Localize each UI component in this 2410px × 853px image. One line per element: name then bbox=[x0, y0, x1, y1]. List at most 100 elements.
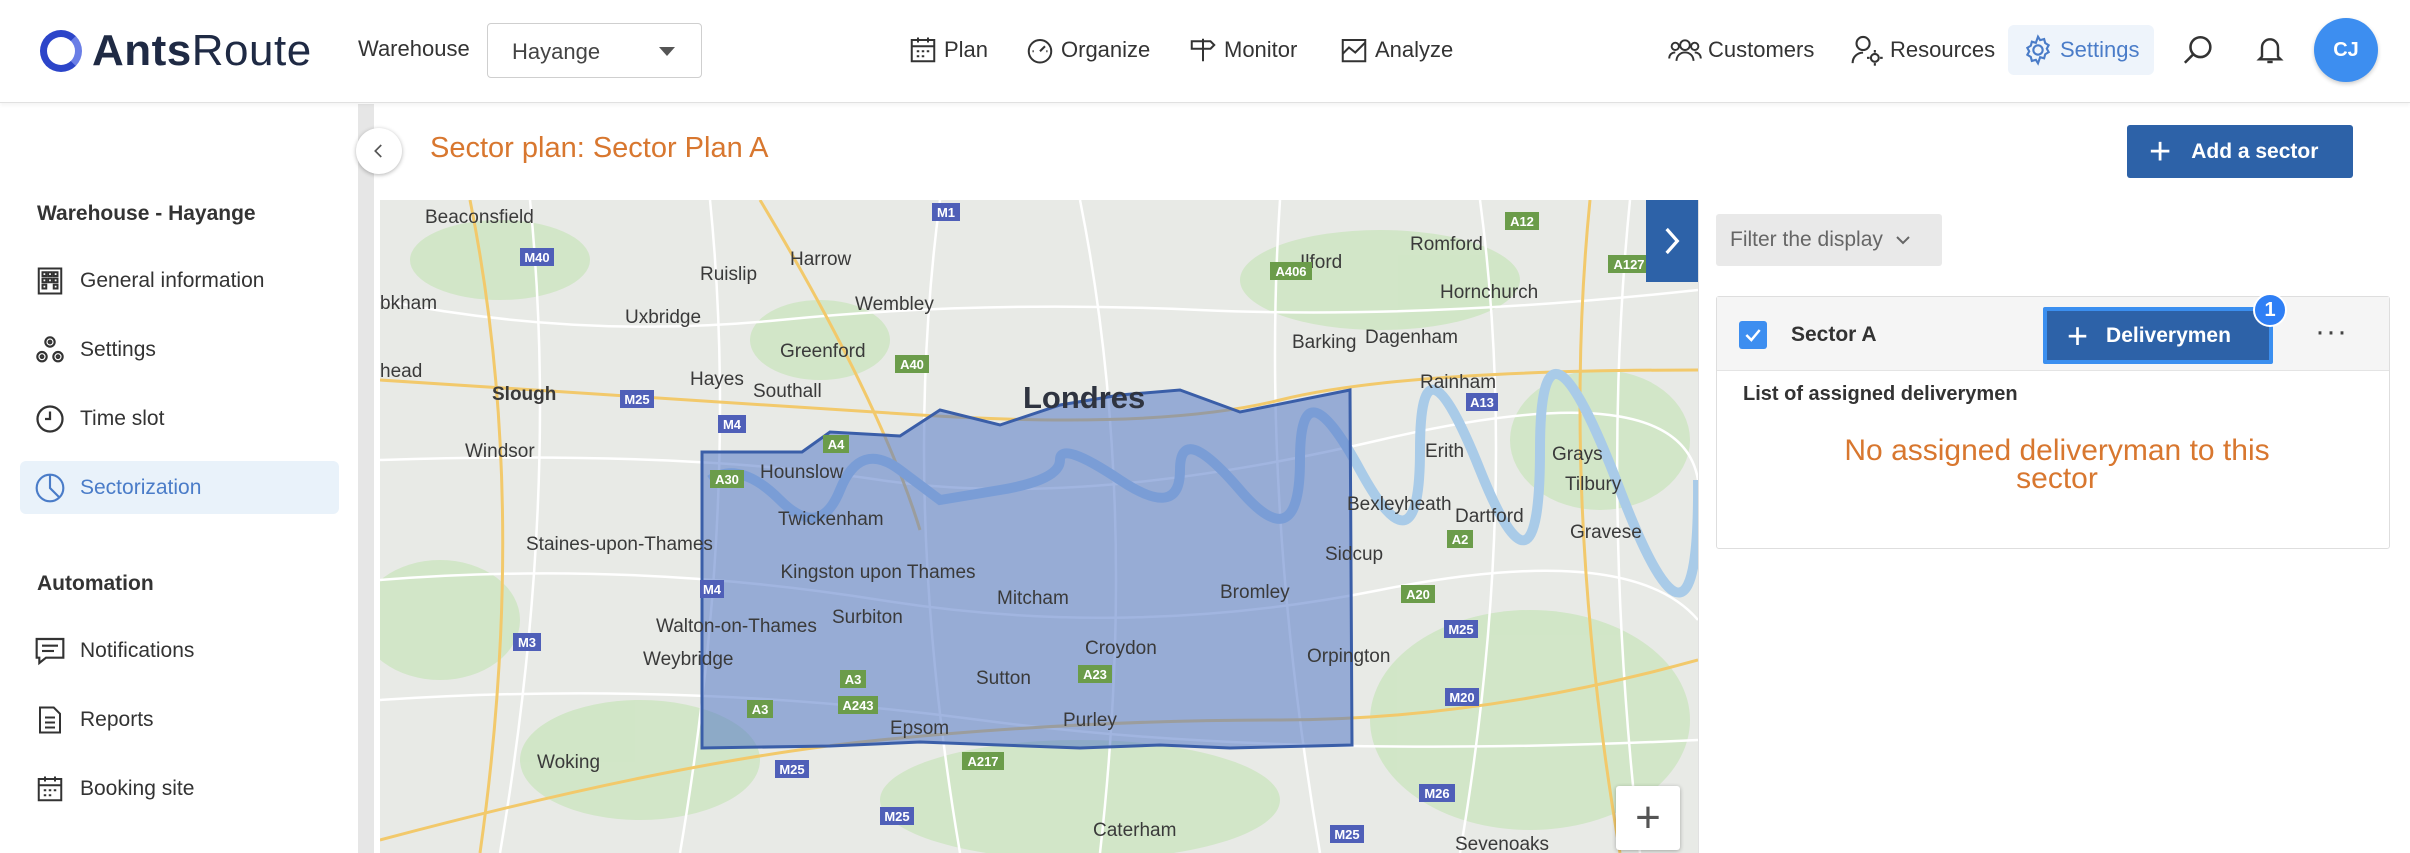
map-label: Bromley bbox=[1220, 582, 1290, 603]
deliverymen-label: Deliverymen bbox=[2106, 323, 2231, 347]
map-label: Walton-on-Thames bbox=[656, 616, 817, 637]
map-label: Romford bbox=[1410, 234, 1483, 255]
message-icon bbox=[32, 633, 68, 669]
nav-resources[interactable]: Resources bbox=[1850, 30, 1995, 70]
road-shield: A2 bbox=[1452, 532, 1469, 547]
more-options-icon[interactable]: ··· bbox=[2315, 315, 2348, 349]
add-deliverymen-button[interactable]: + Deliverymen bbox=[2043, 307, 2273, 364]
road-shield: M1 bbox=[937, 205, 955, 220]
sidebar-item-label: Booking site bbox=[80, 776, 195, 800]
road-shield: A243 bbox=[842, 698, 873, 713]
nav-plan[interactable]: Plan bbox=[908, 30, 988, 70]
map-label: Barking bbox=[1292, 332, 1356, 353]
assigned-deliverymen-heading: List of assigned deliverymen bbox=[1743, 383, 2018, 405]
map-label: Mitcham bbox=[997, 588, 1069, 609]
map-label: Weybridge bbox=[643, 649, 733, 670]
map-label: bkham bbox=[380, 293, 437, 314]
toggle-panel-button[interactable] bbox=[1646, 200, 1698, 282]
map-view[interactable]: Beaconsfield Harrow Ruislip Wembley Ilfo… bbox=[380, 200, 1698, 853]
map-label: Southall bbox=[753, 381, 822, 402]
sector-name: Sector A bbox=[1791, 323, 1877, 346]
sidebar-item-label: General information bbox=[80, 268, 265, 292]
gear-icon bbox=[2025, 34, 2051, 66]
logo-text-light: Route bbox=[191, 26, 312, 75]
road-shield: A3 bbox=[845, 672, 862, 687]
road-shield: M4 bbox=[723, 417, 742, 432]
caret-down-icon bbox=[659, 47, 675, 56]
sidebar-item-time-slot[interactable]: Time slot bbox=[20, 392, 339, 445]
road-shield: M25 bbox=[779, 762, 804, 777]
nav-plan-label: Plan bbox=[944, 37, 989, 62]
sidebar-item-reports[interactable]: Reports bbox=[20, 693, 339, 746]
map-label: Woking bbox=[537, 752, 600, 773]
sidebar-item-sectorization[interactable]: Sectorization bbox=[20, 461, 339, 514]
sidebar-item-label: Reports bbox=[80, 707, 154, 731]
road-shield: M3 bbox=[518, 635, 536, 650]
map-label: Epsom bbox=[890, 718, 949, 739]
avatar[interactable]: CJ bbox=[2314, 18, 2378, 82]
nav-analyze[interactable]: Analyze bbox=[1339, 30, 1453, 70]
calendar-grid-icon bbox=[32, 771, 68, 807]
add-sector-label: Add a sector bbox=[2191, 139, 2319, 163]
sidebar-item-label: Time slot bbox=[80, 406, 165, 430]
filter-display-button[interactable]: Filter the display bbox=[1716, 214, 1942, 266]
sidebar-section-automation: Automation bbox=[37, 572, 154, 595]
empty-state-message: No assigned deliveryman to this sector bbox=[1844, 434, 2270, 495]
map-label: Windsor bbox=[465, 441, 535, 462]
map-label: Slough bbox=[492, 384, 556, 405]
nav-settings[interactable]: Settings bbox=[2008, 25, 2154, 75]
map-label: Staines-upon-Thames bbox=[526, 534, 713, 555]
road-shield: M25 bbox=[884, 809, 909, 824]
signpost-icon bbox=[1190, 38, 1216, 62]
road-shield: M4 bbox=[703, 582, 722, 597]
map-label: Gravese bbox=[1570, 522, 1642, 543]
map-label: Caterham bbox=[1093, 820, 1176, 841]
nav-organize[interactable]: Organize bbox=[1025, 30, 1150, 70]
notifications-button[interactable] bbox=[2250, 30, 2290, 70]
map-label: Twickenham bbox=[778, 509, 884, 530]
nav-customers[interactable]: Customers bbox=[1668, 30, 1814, 70]
zoom-in-button[interactable]: + bbox=[1616, 786, 1680, 850]
sidebar-item-settings[interactable]: Settings bbox=[20, 323, 339, 376]
map-label: Kingston upon Thames bbox=[780, 562, 975, 583]
road-shield: A23 bbox=[1083, 667, 1107, 682]
road-shield: A4 bbox=[828, 437, 845, 452]
road-shield: M25 bbox=[1448, 622, 1473, 637]
sidebar-item-label: Sectorization bbox=[80, 475, 202, 499]
warehouse-select[interactable]: Hayange bbox=[487, 23, 702, 78]
warehouse-label: Warehouse bbox=[358, 36, 470, 61]
sector-checkbox[interactable] bbox=[1739, 321, 1767, 349]
building-icon bbox=[32, 263, 68, 299]
road-shield: A12 bbox=[1510, 214, 1534, 229]
step-badge: 1 bbox=[2253, 293, 2287, 327]
map-label: Dartford bbox=[1455, 506, 1524, 527]
map-label: Londres bbox=[1023, 380, 1145, 415]
road-shield: M26 bbox=[1424, 786, 1449, 801]
road-shield: A20 bbox=[1406, 587, 1430, 602]
map-label: Hornchurch bbox=[1440, 282, 1538, 303]
search-icon bbox=[2183, 35, 2212, 64]
road-shield: M40 bbox=[524, 250, 549, 265]
antsroute-logo[interactable]: AntsRoute bbox=[40, 24, 312, 78]
map-label: Beaconsfield bbox=[425, 207, 534, 228]
logo-text-bold: Ants bbox=[92, 26, 192, 75]
add-sector-button[interactable]: + Add a sector bbox=[2127, 125, 2353, 178]
sidebar-item-notifications[interactable]: Notifications bbox=[20, 624, 339, 677]
sector-card: Sector A + Deliverymen ··· List of assig… bbox=[1716, 296, 2390, 549]
sidebar-item-general-information[interactable]: General information bbox=[20, 254, 339, 307]
map-label: Hayes bbox=[690, 369, 744, 390]
collapse-sidebar-button[interactable] bbox=[356, 128, 402, 174]
road-shield: A217 bbox=[967, 754, 998, 769]
map-label: Grays bbox=[1552, 444, 1603, 465]
map-label: Greenford bbox=[780, 341, 866, 362]
map-label: Purley bbox=[1063, 710, 1117, 731]
road-shield: M20 bbox=[1449, 690, 1474, 705]
sidebar-item-booking-site[interactable]: Booking site bbox=[20, 762, 339, 815]
sidebar-scrollbar[interactable] bbox=[358, 104, 374, 853]
nav-monitor[interactable]: Monitor bbox=[1188, 30, 1297, 70]
pie-icon bbox=[32, 470, 68, 506]
search-button[interactable] bbox=[2179, 30, 2219, 70]
nav-customers-label: Customers bbox=[1708, 37, 1815, 62]
map-label: Sevenoaks bbox=[1455, 834, 1549, 853]
plus-icon: + bbox=[2067, 314, 2089, 356]
